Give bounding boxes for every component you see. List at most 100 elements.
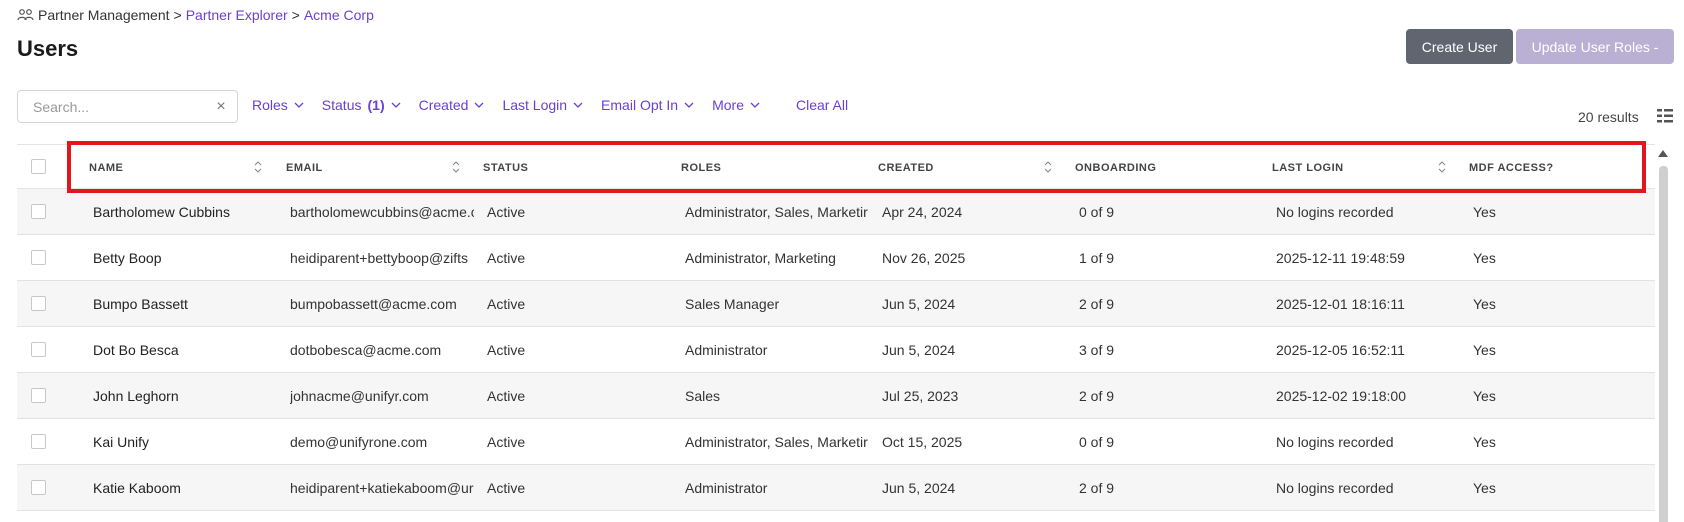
header-highlight-box <box>67 141 1646 193</box>
cell-roles: Administrator <box>685 342 768 358</box>
partners-icon <box>17 9 34 21</box>
breadcrumb-separator: > <box>291 7 300 23</box>
table-row[interactable]: Bartholomew Cubbins bartholomewcubbins@a… <box>17 189 1655 235</box>
cell-status: Active <box>487 388 526 404</box>
update-user-roles-button[interactable]: Update User Roles - <box>1516 29 1674 64</box>
row-checkbox[interactable] <box>31 296 46 311</box>
cell-status: Active <box>487 204 526 220</box>
cell-created: Jun 5, 2024 <box>882 342 956 358</box>
table-row[interactable]: Bumpo Bassett bumpobassett@acme.com Acti… <box>17 281 1655 327</box>
chevron-down-icon <box>391 102 401 108</box>
cell-roles: Administrator, Sales, Marketir <box>685 434 868 450</box>
select-all-checkbox[interactable] <box>31 159 46 174</box>
cell-onboarding: 1 of 9 <box>1079 250 1115 266</box>
cell-last-login: 2025-12-05 16:52:11 <box>1276 342 1405 358</box>
chevron-down-icon <box>684 102 694 108</box>
cell-email: johnacme@unifyr.com <box>290 388 429 404</box>
row-checkbox[interactable] <box>31 434 46 449</box>
cell-created: Oct 15, 2025 <box>882 434 963 450</box>
cell-mdf-access: Yes <box>1473 204 1496 220</box>
cell-mdf-access: Yes <box>1473 480 1496 496</box>
cell-status: Active <box>487 296 526 312</box>
chevron-down-icon <box>573 102 583 108</box>
table-scrollbar[interactable] <box>1657 144 1669 522</box>
breadcrumb-current[interactable]: Acme Corp <box>304 7 374 23</box>
cell-onboarding: 2 of 9 <box>1079 296 1115 312</box>
row-checkbox[interactable] <box>31 204 46 219</box>
filter-last-login[interactable]: Last Login <box>502 97 583 113</box>
filter-label: Last Login <box>502 97 568 113</box>
filter-email-opt-in[interactable]: Email Opt In <box>601 97 694 113</box>
breadcrumb-separator: > <box>173 7 182 23</box>
table-row[interactable]: John Leghorn johnacme@unifyr.com Active … <box>17 373 1655 419</box>
cell-name[interactable]: Kai Unify <box>93 419 273 465</box>
create-user-button[interactable]: Create User <box>1406 29 1513 64</box>
filter-roles[interactable]: Roles <box>252 97 304 113</box>
cell-onboarding: 0 of 9 <box>1079 434 1115 450</box>
table-row[interactable]: Kai Unify demo@unifyrone.com Active Admi… <box>17 419 1655 465</box>
search-box: × <box>17 90 238 123</box>
cell-created: Jul 25, 2023 <box>882 388 959 404</box>
table-body: Bartholomew Cubbins bartholomewcubbins@a… <box>17 189 1655 511</box>
cell-onboarding: 3 of 9 <box>1079 342 1115 358</box>
table-row[interactable]: Katie Kaboom heidiparent+katiekaboom@ur … <box>17 465 1655 511</box>
cell-mdf-access: Yes <box>1473 388 1496 404</box>
column-settings-icon[interactable] <box>1656 107 1674 125</box>
cell-email: demo@unifyrone.com <box>290 434 428 450</box>
cell-last-login: No logins recorded <box>1276 480 1394 496</box>
cell-last-login: 2025-12-11 19:48:59 <box>1276 250 1405 266</box>
clear-all-link[interactable]: Clear All <box>796 97 848 113</box>
cell-roles: Administrator <box>685 480 768 496</box>
filter-bar: Roles Status (1) Created Last Login Emai… <box>252 97 848 113</box>
cell-status: Active <box>487 342 526 358</box>
cell-name[interactable]: Betty Boop <box>93 235 273 281</box>
cell-name[interactable]: Bumpo Bassett <box>93 281 273 327</box>
search-input[interactable] <box>33 98 215 115</box>
filter-status[interactable]: Status (1) <box>322 97 401 113</box>
row-checkbox[interactable] <box>31 480 46 495</box>
row-checkbox[interactable] <box>31 342 46 357</box>
filter-label: Status <box>321 97 362 113</box>
cell-email: bumpobassett@acme.com <box>290 296 457 312</box>
cell-name[interactable]: Katie Kaboom <box>93 465 273 511</box>
cell-status: Active <box>487 434 526 450</box>
cell-email: heidiparent+katiekaboom@ur <box>290 480 474 496</box>
chevron-down-icon <box>474 102 484 108</box>
cell-created: Jun 5, 2024 <box>882 480 956 496</box>
cell-onboarding: 2 of 9 <box>1079 480 1115 496</box>
cell-status: Active <box>487 250 526 266</box>
row-checkbox[interactable] <box>31 250 46 265</box>
filter-label: Roles <box>252 97 288 113</box>
table-row[interactable]: Betty Boop heidiparent+bettyboop@zifts A… <box>17 235 1655 281</box>
cell-last-login: 2025-12-01 18:16:11 <box>1276 296 1405 312</box>
cell-status: Active <box>487 480 526 496</box>
scroll-up-icon[interactable] <box>1657 148 1669 158</box>
clear-search-icon[interactable]: × <box>215 98 227 114</box>
cell-created: Jun 5, 2024 <box>882 296 956 312</box>
cell-last-login: No logins recorded <box>1276 204 1394 220</box>
chevron-down-icon <box>294 102 304 108</box>
row-checkbox[interactable] <box>31 388 46 403</box>
cell-roles: Sales <box>685 388 721 404</box>
cell-roles: Administrator, Sales, Marketir <box>685 204 868 220</box>
filter-label: Email Opt In <box>601 97 679 113</box>
cell-name[interactable]: Dot Bo Besca <box>93 327 273 373</box>
page-title: Users <box>17 36 79 61</box>
cell-email: heidiparent+bettyboop@zifts <box>290 250 469 266</box>
filter-created[interactable]: Created <box>419 97 485 113</box>
cell-mdf-access: Yes <box>1473 296 1496 312</box>
cell-name[interactable]: John Leghorn <box>93 373 273 419</box>
cell-onboarding: 2 of 9 <box>1079 388 1115 404</box>
breadcrumb: Partner Management > Partner Explorer > … <box>17 7 374 23</box>
cell-name[interactable]: Bartholomew Cubbins <box>93 189 273 235</box>
cell-onboarding: 0 of 9 <box>1079 204 1115 220</box>
scroll-thumb[interactable] <box>1659 166 1668 522</box>
breadcrumb-partner-explorer[interactable]: Partner Explorer <box>186 7 288 23</box>
filter-more[interactable]: More <box>712 97 760 113</box>
breadcrumb-root[interactable]: Partner Management <box>38 7 170 23</box>
cell-last-login: 2025-12-02 19:18:00 <box>1276 388 1406 404</box>
cell-mdf-access: Yes <box>1473 250 1496 266</box>
table-row[interactable]: Dot Bo Besca dotbobesca@acme.com Active … <box>17 327 1655 373</box>
filter-label: Created <box>418 97 469 113</box>
cell-mdf-access: Yes <box>1473 342 1496 358</box>
